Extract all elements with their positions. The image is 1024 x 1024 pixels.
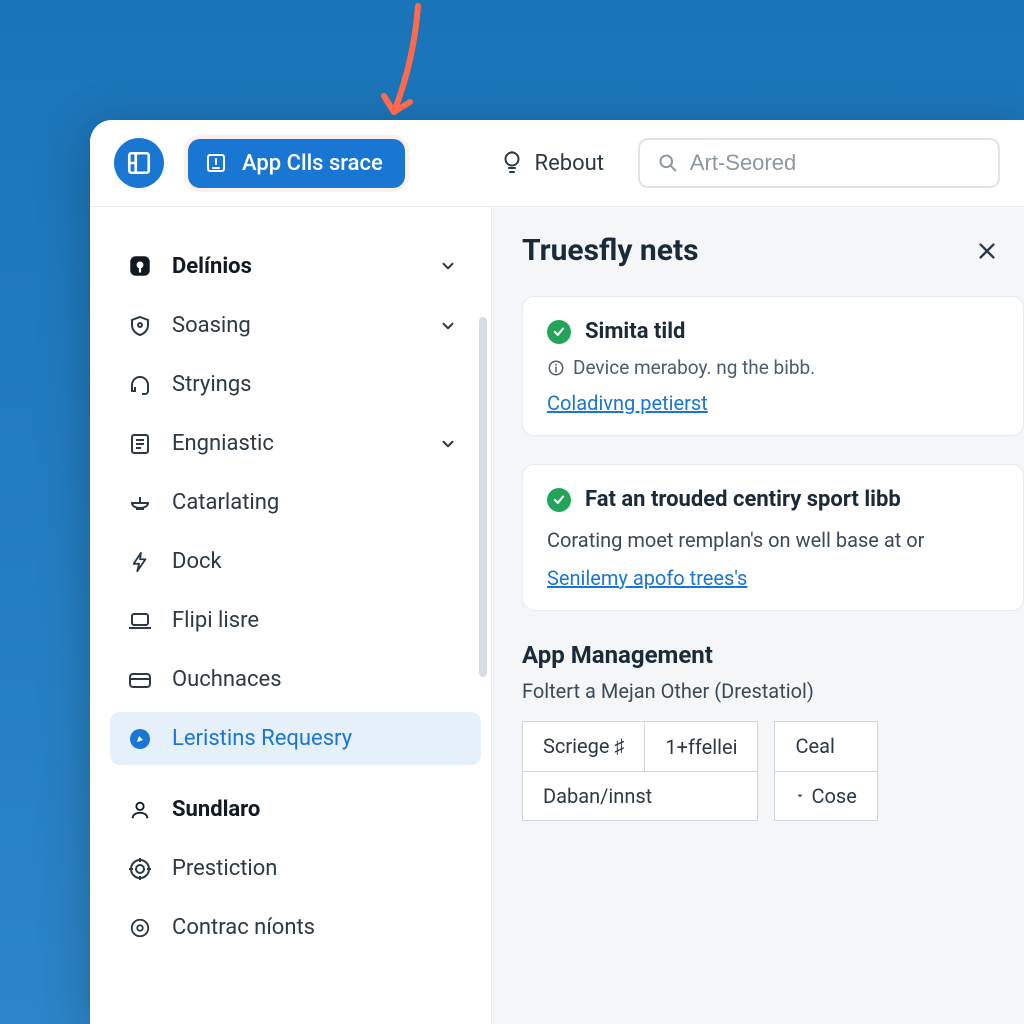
caret-down-icon (795, 791, 805, 801)
topbar: App Clls srace Rebout (90, 120, 1024, 207)
sidebar-item-contrac[interactable]: Contraс níonts (110, 901, 481, 954)
list-icon (126, 432, 154, 456)
sidebar-item-prestiction[interactable]: Prestiction (110, 842, 481, 895)
cell: 1+ffellei (645, 722, 758, 772)
sidebar-item-ouchnaces[interactable]: Ouchnaces (110, 653, 481, 706)
close-button[interactable] (966, 236, 1008, 266)
check-icon (547, 320, 571, 344)
person-icon (126, 798, 154, 822)
topbar-link-rebout[interactable]: Rebout (491, 150, 614, 176)
sidebar-item-label: Soasing (172, 313, 251, 338)
status-card-1: Simita tild Device meraboy. ng the bibb.… (522, 296, 1024, 436)
cell: Daban/innst (523, 772, 758, 821)
cell: Scriege ♯ (523, 722, 645, 772)
sidebar-item-label: Sundlaro (172, 797, 260, 822)
table-row[interactable]: Scriege ♯ 1+ffellei (523, 722, 758, 772)
sidebar-item-label: Engniastic (172, 431, 274, 456)
search-input[interactable] (690, 150, 980, 176)
sidebar-item-label: Prestiction (172, 856, 277, 881)
table-row[interactable]: Ceal (775, 722, 877, 772)
table-row[interactable]: Daban/innst (523, 772, 758, 821)
bulb-icon (501, 150, 523, 176)
chevron-down-icon (439, 317, 457, 335)
card-subtext: Device meraboy. ng the bibb. (573, 356, 815, 379)
app-logo[interactable] (114, 138, 164, 188)
table-left: Scriege ♯ 1+ffellei Daban/innst (522, 721, 758, 821)
primary-action-label: App Clls srace (242, 151, 383, 176)
sidebar-item-delinios[interactable]: Delínios (110, 239, 481, 293)
main-header: Truesfly nets (522, 233, 1024, 268)
sidebar: Delínios Soasing Stryings (90, 207, 492, 1024)
search-icon (658, 152, 678, 174)
search-box[interactable] (638, 138, 1000, 188)
section-subtitle: Foltert a Mejan Other (Drestatiol) (522, 679, 1024, 703)
app-window: App Clls srace Rebout (90, 120, 1024, 1024)
body: Delínios Soasing Stryings (90, 207, 1024, 1024)
section-tables: Scriege ♯ 1+ffellei Daban/innst Ceal (522, 721, 1024, 821)
table-row[interactable]: Cose (775, 771, 877, 821)
sidebar-item-label: Contraс níonts (172, 915, 315, 940)
sidebar-item-label: Flipi lisre (172, 608, 259, 633)
compass-icon (126, 727, 154, 751)
topbar-link-label: Rebout (535, 151, 604, 176)
sidebar-item-stryings[interactable]: Stryings (110, 358, 481, 411)
sidebar-item-engniastic[interactable]: Engniastic (110, 417, 481, 470)
sidebar-item-label: Leristins Requesry (172, 726, 352, 751)
sidebar-item-sundlaro[interactable]: Sundlaro (110, 783, 481, 836)
info-icon (547, 359, 565, 377)
card-title: Fat an trouded centiry sport libb (585, 487, 901, 512)
chevron-down-icon (439, 257, 457, 275)
table-right: Ceal Cose (774, 721, 877, 821)
sidebar-item-flipi[interactable]: Flipi lisre (110, 594, 481, 647)
cell-text: Cose (811, 784, 856, 808)
card-link-1[interactable]: Coladivng petierst (547, 391, 708, 415)
primary-action-chip[interactable]: App Clls srace (188, 139, 405, 188)
doc-icon (126, 916, 154, 940)
bowl-icon (126, 491, 154, 515)
laptop-icon (126, 609, 154, 633)
card-title: Simita tild (585, 319, 685, 344)
sidebar-item-dock[interactable]: Dock (110, 535, 481, 588)
card-body: Corating moet remplan's on well base at … (547, 526, 999, 554)
sidebar-item-soasing[interactable]: Soasing (110, 299, 481, 352)
callout-arrow (380, 0, 440, 130)
sidebar-item-catarlating[interactable]: Catarlating (110, 476, 481, 529)
card-link-2[interactable]: Senilemy apofo trees's (547, 566, 747, 590)
cell: Cose (775, 771, 877, 821)
main-panel: Truesfly nets Simita tild Device meraboy… (492, 207, 1024, 1024)
close-icon (976, 240, 998, 262)
card-icon (126, 668, 154, 692)
chevron-down-icon (439, 435, 457, 453)
sidebar-item-label: Stryings (172, 372, 252, 397)
page-title: Truesfly nets (522, 233, 699, 268)
check-icon (547, 488, 571, 512)
cell: Ceal (775, 722, 877, 772)
sidebar-item-label: Dock (172, 549, 222, 574)
section-title: App Management (522, 641, 1024, 669)
app-icon (126, 253, 154, 279)
shield-icon (126, 314, 154, 338)
sidebar-item-label: Delínios (172, 254, 252, 279)
scrollbar[interactable] (479, 317, 487, 677)
sidebar-item-label: Ouchnaces (172, 667, 282, 692)
sidebar-item-leristins[interactable]: Leristins Requesry (110, 712, 481, 765)
status-card-2: Fat an trouded centiry sport libb Corati… (522, 464, 1024, 611)
export-icon (204, 151, 228, 175)
target-icon (126, 857, 154, 881)
app-management-section: App Management Foltert a Mejan Other (Dr… (522, 641, 1024, 821)
bolt-icon (126, 550, 154, 574)
logo-icon (126, 150, 152, 176)
sidebar-item-label: Catarlating (172, 490, 279, 515)
headset-icon (126, 373, 154, 397)
